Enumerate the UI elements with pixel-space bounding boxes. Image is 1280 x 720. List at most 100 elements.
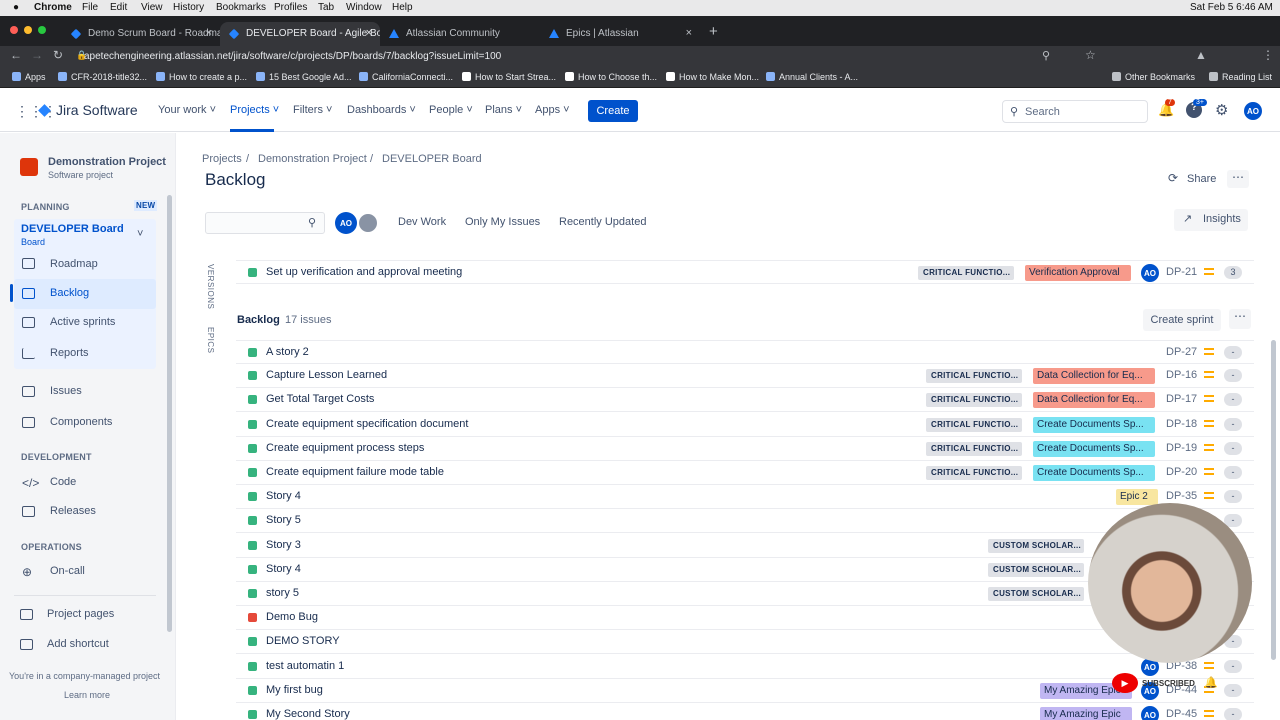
insights-button[interactable]: ↗ Insights (1174, 209, 1248, 231)
nav-apps[interactable]: Apps ˅ (535, 104, 570, 116)
backlog-search-input[interactable]: ⚲ (205, 212, 325, 234)
quick-filter-only-my-issues[interactable]: Only My Issues (465, 216, 540, 228)
bookmark[interactable]: 15 Best Google Ad... (256, 72, 352, 82)
backlog-issue-row[interactable]: My Second Story My Amazing Epic AO DP-45 - (236, 703, 1254, 720)
story-points[interactable]: - (1224, 369, 1242, 383)
story-points[interactable]: - (1224, 441, 1242, 455)
create-sprint-button[interactable]: Create sprint (1143, 309, 1221, 331)
reload-icon[interactable]: ↻ (53, 48, 63, 62)
product-name[interactable]: Jira Software (56, 102, 138, 118)
issue-key[interactable]: DP-21 (1166, 266, 1197, 278)
nav-projects[interactable]: Projects ˅ (230, 104, 279, 116)
other-bookmarks[interactable]: Other Bookmarks (1112, 72, 1195, 82)
backlog-issue-row[interactable]: Create equipment specification document C… (236, 412, 1254, 437)
bookmark-star-icon[interactable]: ☆ (1085, 48, 1096, 62)
profile-avatar[interactable]: AO (1244, 102, 1262, 120)
minimize-window-icon[interactable] (24, 26, 32, 34)
backlog-issue-row[interactable]: Create equipment process steps CRITICAL F… (236, 436, 1254, 461)
sidebar-item-backlog[interactable]: Backlog (50, 287, 89, 299)
bookmark[interactable]: Annual Clients - A... (766, 72, 858, 82)
backlog-more-icon[interactable]: ⋯ (1229, 309, 1251, 329)
story-points[interactable]: - (1224, 417, 1242, 431)
issue-key[interactable]: DP-17 (1166, 393, 1197, 405)
backlog-issue-row[interactable]: Story 4 Epic 2 DP-35 - (236, 485, 1254, 510)
story-points[interactable]: - (1224, 466, 1242, 479)
menu-edit[interactable]: Edit (110, 2, 127, 13)
menu-tab[interactable]: Tab (318, 2, 334, 13)
bookmark[interactable]: How to create a p... (156, 72, 247, 82)
close-tab-icon[interactable]: × (686, 27, 692, 39)
issue-key[interactable]: DP-16 (1166, 369, 1197, 381)
apple-icon[interactable]: ● (13, 2, 19, 13)
new-tab-icon[interactable]: + (709, 23, 718, 40)
story-points[interactable]: - (1224, 683, 1242, 697)
sidebar-item-code[interactable]: Code (50, 476, 76, 488)
reading-list[interactable]: Reading List (1209, 72, 1272, 82)
forward-icon[interactable]: → (31, 48, 43, 62)
nav-plans[interactable]: Plans ˅ (485, 104, 522, 116)
bookmark[interactable]: CFR-2018-title32... (58, 72, 147, 82)
sidebar-item-project-pages[interactable]: Project pages (47, 608, 114, 620)
assignee-avatar[interactable]: AO (1141, 706, 1159, 720)
nav-dashboards[interactable]: Dashboards ˅ (347, 104, 416, 116)
sidebar-scrollbar[interactable] (167, 195, 172, 632)
menu-history[interactable]: History (173, 2, 204, 13)
backlog-issue-row[interactable]: Capture Lesson Learned CRITICAL FUNCTIO..… (236, 364, 1254, 389)
create-button[interactable]: Create (588, 100, 638, 122)
sidebar-item-roadmap[interactable]: Roadmap (50, 258, 98, 270)
user-filter-icon[interactable] (357, 212, 379, 234)
menu-app[interactable]: Chrome (34, 2, 72, 13)
backlog-issue-row[interactable]: Get Total Target Costs CRITICAL FUNCTIO..… (236, 388, 1254, 413)
chevron-down-icon[interactable]: ˅ (137, 228, 143, 240)
board-switcher[interactable]: DEVELOPER Board (21, 223, 124, 235)
quick-filter-dev-work[interactable]: Dev Work (398, 216, 446, 228)
story-points[interactable]: - (1224, 708, 1242, 720)
sidebar-item-issues[interactable]: Issues (50, 385, 82, 397)
avatar-filter[interactable]: AO (335, 212, 357, 234)
backlog-issue-row[interactable]: My first bug My Amazing Epic AO DP-44- (236, 678, 1254, 703)
app-switcher-icon[interactable]: ⋮⋮⋮ (15, 103, 57, 120)
extensions-icon[interactable]: ▲ (1195, 48, 1207, 62)
quick-filter-recently-updated[interactable]: Recently Updated (559, 216, 646, 228)
zoom-window-icon[interactable] (38, 26, 46, 34)
close-window-icon[interactable] (10, 26, 18, 34)
menu-bookmarks[interactable]: Bookmarks (216, 2, 266, 13)
browser-tab-active[interactable]: DEVELOPER Board - Agile Board× (220, 22, 380, 46)
versions-panel-tab[interactable]: VERSIONS (206, 264, 215, 309)
breadcrumb-board[interactable]: DEVELOPER Board (382, 153, 482, 165)
more-actions-icon[interactable]: ⋯ (1227, 170, 1249, 188)
bookmark[interactable]: How to Make Mon... (666, 72, 759, 82)
browser-tab[interactable]: Epics | Atlassian × (540, 22, 700, 46)
sidebar-item-on-call[interactable]: On-call (50, 565, 85, 577)
breadcrumb-projects[interactable]: Projects (202, 153, 242, 165)
backlog-issue-row[interactable]: DEMO STORY - (236, 630, 1254, 655)
backlog-issue-row[interactable]: test automatin 1 AO DP-38- (236, 654, 1254, 679)
story-points[interactable]: - (1224, 346, 1242, 359)
nav-people[interactable]: People ˅ (429, 104, 473, 116)
learn-more-link[interactable]: Learn more (64, 690, 110, 700)
search-input[interactable]: ⚲ Search (1002, 100, 1148, 123)
backlog-title[interactable]: Backlog (237, 314, 280, 326)
menu-window[interactable]: Window (346, 2, 382, 13)
main-scrollbar[interactable] (1271, 340, 1276, 660)
bookmark[interactable]: How to Choose th... (565, 72, 657, 82)
sprint-issue-row[interactable]: Set up verification and approval meeting… (236, 260, 1254, 284)
story-points[interactable]: - (1224, 659, 1242, 673)
breadcrumb-project[interactable]: Demonstration Project (258, 153, 367, 165)
chrome-menu-icon[interactable]: ⋮ (1262, 48, 1274, 62)
backlog-issue-row[interactable]: Create equipment failure mode table CRITI… (236, 461, 1254, 485)
issue-key[interactable]: DP-45 (1166, 708, 1197, 720)
nav-your-work[interactable]: Your work ˅ (158, 104, 216, 116)
menu-profiles[interactable]: Profiles (274, 2, 307, 13)
story-points[interactable]: - (1224, 393, 1242, 407)
menu-help[interactable]: Help (392, 2, 413, 13)
sidebar-item-components[interactable]: Components (50, 416, 112, 428)
story-points[interactable]: - (1224, 490, 1242, 504)
back-icon[interactable]: ← (10, 48, 22, 62)
menu-view[interactable]: View (141, 2, 163, 13)
address-bar[interactable]: apetechengineering.atlassian.net/jira/so… (84, 49, 1054, 65)
settings-gear-icon[interactable]: ⚙ (1215, 101, 1228, 119)
bookmark[interactable]: CaliforniaConnecti... (359, 72, 453, 82)
sidebar-item-add-shortcut[interactable]: Add shortcut (47, 638, 109, 650)
sidebar-item-active-sprints[interactable]: Active sprints (50, 316, 115, 328)
